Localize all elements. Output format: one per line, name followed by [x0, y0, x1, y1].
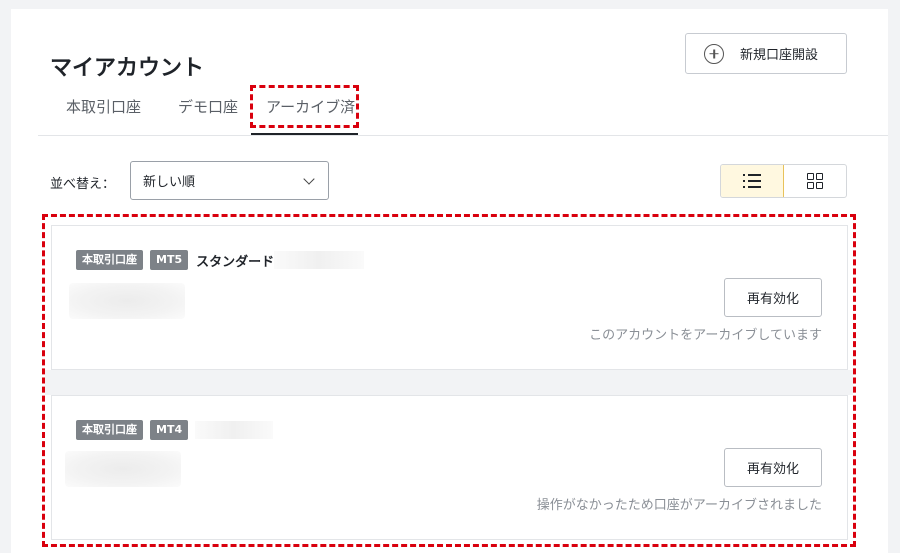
sort-select[interactable]: 新しい順	[130, 161, 329, 200]
sort-selected-value: 新しい順	[143, 175, 196, 190]
chevron-down-icon	[303, 173, 315, 185]
new-account-button-label: 新規口座開設	[740, 47, 819, 62]
highlight-account-list	[42, 214, 856, 547]
grid-view-button[interactable]	[784, 165, 846, 197]
list-icon	[743, 174, 761, 188]
new-account-button[interactable]: 新規口座開設	[685, 33, 847, 74]
page-title: マイアカウント	[50, 56, 205, 81]
plus-circle-icon	[704, 43, 724, 64]
tab-divider	[38, 135, 888, 136]
view-toggle	[720, 164, 847, 198]
list-view-button[interactable]	[721, 165, 784, 197]
sort-label: 並べ替え：	[50, 177, 116, 192]
tab-demo-accounts[interactable]: デモ口座	[178, 96, 238, 117]
tab-live-accounts[interactable]: 本取引口座	[66, 96, 141, 117]
account-tabs: 本取引口座 デモ口座 アーカイブ済	[50, 90, 888, 136]
highlight-archived-tab	[250, 85, 359, 128]
grid-icon	[807, 173, 823, 189]
